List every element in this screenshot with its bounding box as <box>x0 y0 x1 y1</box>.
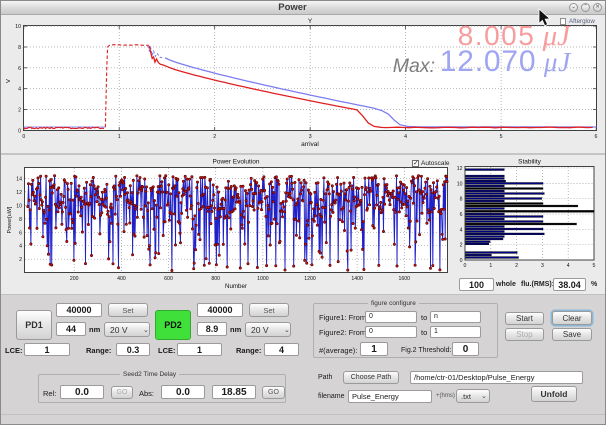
svg-text:10: 10 <box>16 203 22 209</box>
svg-text:Power Evolution: Power Evolution <box>213 159 260 166</box>
svg-text:0: 0 <box>460 258 463 264</box>
svg-text:200: 200 <box>70 276 79 282</box>
svg-text:1600: 1600 <box>399 276 411 282</box>
svg-text:6: 6 <box>460 212 463 218</box>
svg-text:2: 2 <box>19 257 22 263</box>
svg-text:10: 10 <box>15 24 21 30</box>
svg-text:4: 4 <box>567 263 570 269</box>
svg-text:4: 4 <box>19 244 22 250</box>
svg-text:2: 2 <box>515 263 518 269</box>
svg-text:4: 4 <box>404 134 407 140</box>
svg-text:1200: 1200 <box>304 276 316 282</box>
svg-text:V: V <box>6 79 12 83</box>
svg-text:0: 0 <box>464 263 467 269</box>
svg-text:2: 2 <box>213 134 216 140</box>
svg-text:2: 2 <box>460 243 463 249</box>
svg-text:6: 6 <box>18 66 21 72</box>
svg-text:6: 6 <box>595 134 598 140</box>
svg-text:8: 8 <box>460 197 463 203</box>
svg-text:5: 5 <box>593 263 596 269</box>
svg-text:3: 3 <box>309 134 312 140</box>
svg-text:600: 600 <box>164 276 173 282</box>
svg-text:arrival: arrival <box>301 141 319 148</box>
svg-text:1400: 1400 <box>351 276 363 282</box>
svg-text:1: 1 <box>118 134 121 140</box>
svg-text:3: 3 <box>541 263 544 269</box>
svg-text:6: 6 <box>19 230 22 236</box>
svg-text:8: 8 <box>19 217 22 223</box>
svg-text:12: 12 <box>457 166 463 172</box>
svg-text:0: 0 <box>18 128 21 134</box>
svg-text:1000: 1000 <box>257 276 269 282</box>
svg-text:Stability: Stability <box>518 159 542 166</box>
svg-text:1: 1 <box>489 263 492 269</box>
svg-text:800: 800 <box>211 276 220 282</box>
svg-text:0: 0 <box>22 134 25 140</box>
svg-text:14: 14 <box>16 176 22 182</box>
svg-text:8: 8 <box>18 45 21 51</box>
svg-text:2: 2 <box>18 108 21 114</box>
svg-text:Y: Y <box>308 18 313 25</box>
svg-text:4: 4 <box>460 227 463 233</box>
svg-text:4: 4 <box>18 87 21 93</box>
svg-text:Number: Number <box>225 283 247 290</box>
svg-text:10: 10 <box>457 181 463 187</box>
svg-text:5: 5 <box>500 134 503 140</box>
svg-text:Power[uW]: Power[uW] <box>7 206 13 233</box>
svg-text:12: 12 <box>16 190 22 196</box>
svg-text:400: 400 <box>117 276 126 282</box>
